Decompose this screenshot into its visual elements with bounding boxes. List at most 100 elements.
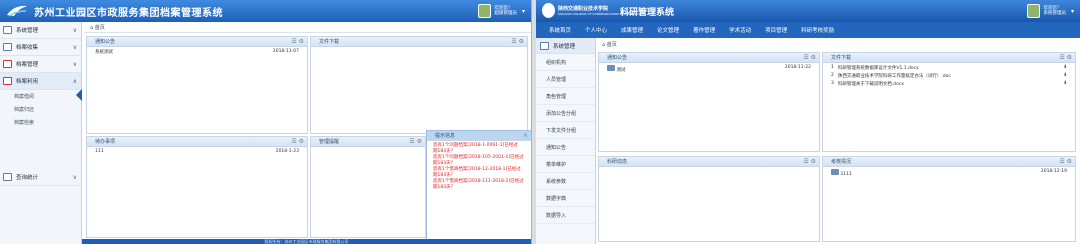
panel-tools-icon[interactable]: ☰ ⚙ (409, 137, 422, 147)
download-icon[interactable]: ⬇ (1063, 73, 1067, 79)
panel-tools-icon[interactable]: ☰ ⚙ (291, 37, 304, 47)
nav-books[interactable]: 著作管理 (686, 26, 722, 34)
research-system-window: 陕西交通职业技术学院 SHAANXI COLLEGE OF COMMUNICAT… (536, 0, 1080, 244)
panel-title: 待办事项 (95, 139, 116, 145)
file-row[interactable]: 3 科研管理关于下载说明文档.docx ⬇ (823, 79, 1075, 87)
list-item[interactable]: 测试 2018-11-22 (599, 63, 819, 73)
list-item[interactable]: 1111 2018-12-19 (823, 167, 1075, 177)
college-logo-icon (542, 3, 555, 18)
user-greeting: 欢迎您！ (1043, 5, 1062, 11)
sidebar-item-params[interactable]: 系统参数 (536, 173, 595, 190)
nav-achievements[interactable]: 成果管理 (614, 26, 650, 34)
panel-tools-icon[interactable]: ☰ ⚙ (291, 137, 304, 147)
sidebar-item-system[interactable]: 系统管理 ∨ (0, 22, 81, 39)
sidebar-subitem-return[interactable]: 档案归还 (0, 103, 81, 116)
files-panel: 文件下载 ☰ ⚙ 1 科研管理系统数据库设计文件V1.1.docx ⬇ 2 陕西交通职业… (822, 52, 1076, 152)
chevron-down-icon: ∨ (72, 43, 77, 51)
sidebar-item-collect[interactable]: 档案收集 ∨ (0, 39, 81, 56)
research-user-menu[interactable]: 欢迎您！ 系统管理员 ▾ (1027, 3, 1074, 19)
chevron-down-icon: ∨ (72, 60, 77, 68)
panel-title: 通知公告 (95, 39, 116, 45)
sidebar-item-stats[interactable]: 查询统计 ∨ (0, 169, 81, 186)
panel-title: 文件下载 (319, 39, 340, 45)
archive-user-menu[interactable]: 欢迎您！ 超级管理员 ▾ (478, 3, 525, 19)
archive-sidebar: 系统管理 ∨ 档案收集 ∨ 档案管理 ∨ 档案利用 ∧ 档案借阅 档案归还 档案… (0, 22, 82, 244)
chevron-down-icon[interactable]: ▾ (1071, 8, 1074, 15)
sidebar-item-roles[interactable]: 角色管理 (536, 88, 595, 105)
nav-activities[interactable]: 学术活动 (722, 26, 758, 34)
sidebar-item-file-group[interactable]: 下发文件分组 (536, 122, 595, 139)
settings-icon (3, 26, 12, 34)
avatar (478, 4, 492, 18)
user-role: 系统管理员 (1043, 11, 1066, 16)
file-row[interactable]: 1 科研管理系统数据库设计文件V1.1.docx ⬇ (823, 63, 1075, 71)
panel-tools-icon[interactable]: ☰ ⚙ (511, 37, 524, 47)
download-icon[interactable]: ⬇ (1063, 65, 1067, 71)
footer: 版权所有：苏州工业园区市政服务集团有限公司 (82, 239, 531, 244)
chart-icon (3, 173, 12, 181)
chevron-down-icon: ∨ (72, 26, 77, 34)
download-icon[interactable]: ⬇ (1063, 81, 1067, 87)
sidebar-subitem-borrow[interactable]: 档案借阅 (0, 90, 81, 103)
list-item[interactable]: 111 2018-1-23 (87, 147, 307, 154)
sidebar-section-system[interactable]: 系统管理 (536, 38, 595, 54)
close-icon[interactable]: × (523, 131, 528, 141)
document-icon (831, 169, 839, 175)
nav-personal[interactable]: 个人中心 (578, 26, 614, 34)
sidebar-item-people[interactable]: 人员管理 (536, 71, 595, 88)
sidebar-item-menu[interactable]: 菜单维护 (536, 156, 595, 173)
nav-projects[interactable]: 项目管理 (758, 26, 794, 34)
file-row[interactable]: 2 陕西交通职业技术学院科研工作量核定办法（试行）.doc ⬇ (823, 71, 1075, 79)
research-news-panel: 科研动态 ☰ ⚙ (598, 156, 820, 242)
panel-title: 通知公告 (607, 55, 628, 61)
screenshot-root: 苏州工业园区市政服务集团档案管理系统 欢迎您！ 超级管理员 ▾ 系统管理 ∨ 档… (0, 0, 1080, 244)
sidebar-item-org[interactable]: 组织机构 (536, 54, 595, 71)
research-sidebar: 系统管理 组织机构 人员管理 角色管理 添加公告分组 下发文件分组 通知公告 菜… (536, 38, 596, 244)
document-icon (607, 65, 615, 71)
panel-tools-icon[interactable]: ☰ ⚙ (803, 53, 816, 63)
research-header: 陕西交通职业技术学院 SHAANXI COLLEGE OF COMMUNICAT… (536, 0, 1080, 22)
chevron-up-icon: ∧ (72, 77, 77, 85)
panel-tools-icon[interactable]: ☰ ⚙ (803, 157, 816, 167)
sidebar-item-import[interactable]: 数据导入 (536, 207, 595, 224)
settings-icon (540, 41, 549, 50)
breadcrumb: ⌂ 首页 (602, 42, 617, 48)
assessment-panel: 考核情况 ☰ ⚙ 1111 2018-12-19 (822, 156, 1076, 242)
folder-icon (3, 43, 12, 51)
panel-tools-icon[interactable]: ☰ ⚙ (1059, 157, 1072, 167)
archive-logo-icon (7, 5, 27, 17)
alert-popup: 提示信息 × 您有1个问题档案[2018-1-0061-1]已经过 期183天? … (426, 130, 531, 242)
chevron-down-icon: ∨ (72, 173, 77, 181)
sidebar-item-dictionary[interactable]: 数据字典 (536, 190, 595, 207)
todo-panel: 待办事项 ☰ ⚙ 111 2018-1-23 (86, 136, 308, 238)
panel-title: 科研动态 (607, 159, 628, 165)
list-item[interactable]: 系统测试 2018-11-07 (87, 47, 307, 55)
panel-tools-icon[interactable]: ☰ ⚙ (1059, 53, 1072, 63)
nav-papers[interactable]: 论文管理 (650, 26, 686, 34)
checkbox-icon (3, 77, 12, 85)
breadcrumb: ⌂ 首页 (84, 23, 531, 33)
checkbox-icon (3, 60, 12, 68)
research-app-title: 科研管理系统 (620, 8, 675, 18)
sidebar-item-notice-group[interactable]: 添加公告分组 (536, 105, 595, 122)
archive-header: 苏州工业园区市政服务集团档案管理系统 欢迎您！ 超级管理员 ▾ (0, 0, 531, 22)
nav-awards[interactable]: 科研考核奖励 (794, 26, 841, 34)
panel-title: 管理提醒 (319, 139, 340, 145)
sidebar-item-manage[interactable]: 档案管理 ∨ (0, 56, 81, 73)
user-role: 超级管理员 (494, 11, 517, 16)
notice-panel: 通知公告 ☰ ⚙ 系统测试 2018-11-07 (86, 36, 308, 134)
download-panel: 文件下载 ☰ ⚙ (310, 36, 528, 134)
notice-panel: 通知公告 ☰ ⚙ 测试 2018-11-22 (598, 52, 820, 152)
nav-home[interactable]: 系统首页 (542, 26, 578, 34)
sidebar-item-use[interactable]: 档案利用 ∧ (0, 73, 81, 90)
panel-title: 文件下载 (831, 55, 852, 61)
archive-app-title: 苏州工业园区市政服务集团档案管理系统 (34, 8, 223, 19)
archive-system-window: 苏州工业园区市政服务集团档案管理系统 欢迎您！ 超级管理员 ▾ 系统管理 ∨ 档… (0, 0, 532, 244)
chevron-down-icon[interactable]: ▾ (522, 8, 525, 15)
manage-panel: 管理提醒 ☰ ⚙ (310, 136, 426, 238)
avatar (1027, 4, 1041, 18)
user-greeting: 欢迎您！ (494, 5, 513, 11)
top-nav: 系统首页 个人中心 成果管理 论文管理 著作管理 学术活动 项目管理 科研考核奖… (536, 22, 1080, 38)
sidebar-item-notice[interactable]: 通知公告 (536, 139, 595, 156)
sidebar-subitem-search[interactable]: 档案检索 (0, 116, 81, 129)
